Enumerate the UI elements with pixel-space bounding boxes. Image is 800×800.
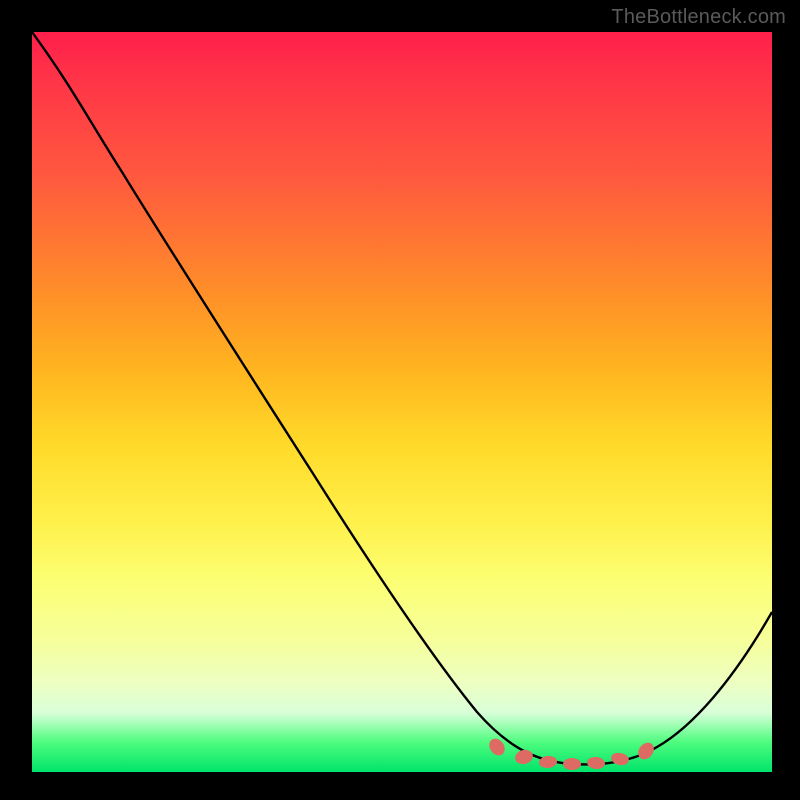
chart-container: TheBottleneck.com bbox=[0, 0, 800, 800]
marker-group bbox=[486, 736, 657, 770]
plot-area bbox=[32, 32, 772, 772]
watermark-text: TheBottleneck.com bbox=[611, 6, 786, 29]
curve-path bbox=[32, 32, 772, 764]
chart-svg bbox=[32, 32, 772, 772]
